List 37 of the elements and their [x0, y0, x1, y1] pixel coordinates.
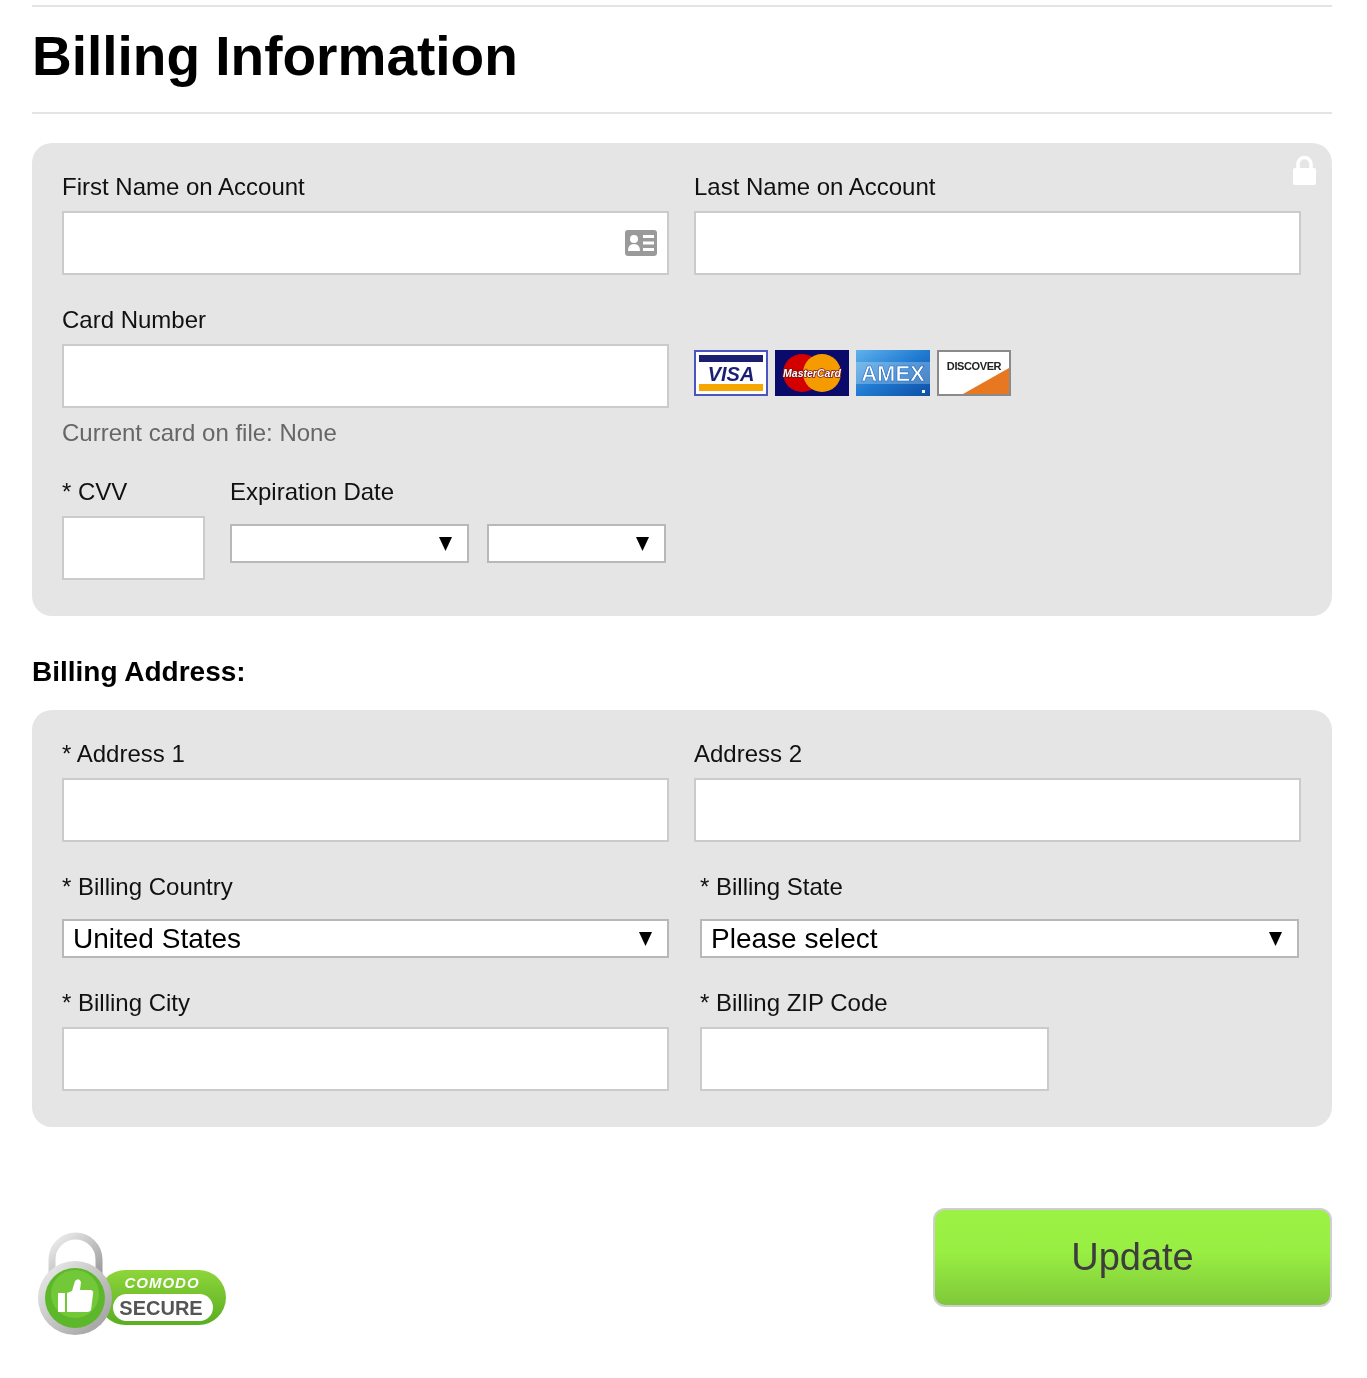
year-select[interactable]	[487, 524, 666, 563]
country-select[interactable]: United States	[62, 919, 669, 958]
update-button[interactable]: Update	[933, 1208, 1332, 1307]
security-badge: COMODO SECURE	[36, 1230, 228, 1338]
month-select[interactable]	[230, 524, 469, 563]
caret-icon	[639, 931, 652, 946]
field-label: * CVV	[62, 478, 128, 506]
first-name-input[interactable]	[62, 211, 669, 275]
caret-icon	[636, 536, 649, 551]
field-label: * Billing State	[700, 873, 843, 901]
card-on-file-note: Current card on file: None	[62, 419, 337, 447]
field-label: * Address 1	[62, 740, 185, 768]
field-label: Last Name on Account	[694, 173, 936, 201]
caret-icon	[1269, 931, 1282, 946]
amex-logo: AMEX	[856, 350, 930, 396]
discover-logo: DISCOVER	[937, 350, 1011, 396]
state-select[interactable]: Please select	[700, 919, 1299, 958]
zip-input[interactable]	[700, 1027, 1049, 1091]
field-label: * Billing City	[62, 989, 191, 1017]
cvv-input[interactable]	[62, 516, 205, 580]
address-2-input[interactable]	[694, 778, 1301, 842]
lock-icon	[1293, 155, 1316, 185]
city-input[interactable]	[62, 1027, 669, 1091]
address-1-input[interactable]	[62, 778, 669, 842]
field-label: Expiration Date	[230, 478, 395, 506]
contact-card-icon[interactable]	[625, 230, 657, 256]
card-number-input[interactable]	[62, 344, 669, 408]
visa-logo: VISA	[694, 350, 768, 396]
section-heading: Billing Address:	[32, 655, 246, 689]
field-label: * Billing ZIP Code	[700, 989, 888, 1017]
page-title: Billing Information	[32, 26, 518, 86]
field-label: Card Number	[62, 306, 207, 334]
last-name-input[interactable]	[694, 211, 1301, 275]
caret-icon	[439, 536, 452, 551]
field-label: * Billing Country	[62, 873, 233, 901]
field-label: Address 2	[694, 740, 803, 768]
field-label: First Name on Account	[62, 173, 305, 201]
